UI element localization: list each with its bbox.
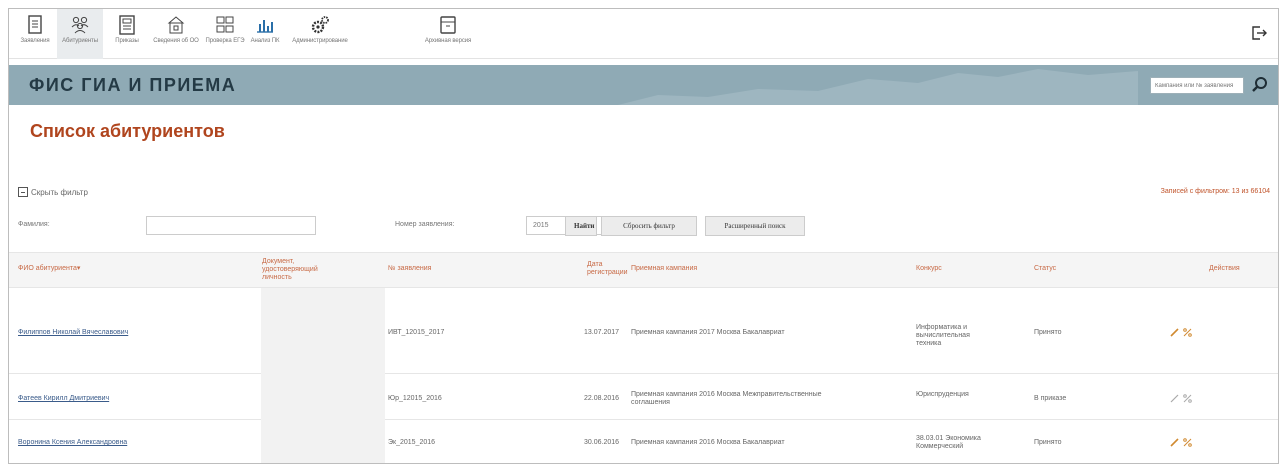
row-shade [261,420,385,463]
toolbar-item-institution-info[interactable]: Сведения об ОО [151,9,201,59]
column-header-actions: Действия [1209,265,1240,272]
surname-input[interactable] [146,216,316,235]
people-icon [71,16,89,34]
column-header-document: Документ, удостоверяющий личность [262,258,318,281]
hide-filter-label: Скрыть фильтр [31,187,88,197]
percent-icon[interactable] [1183,438,1192,447]
edit-pencil-icon[interactable] [1170,438,1179,447]
toolbar-item-label: Приказы [115,38,139,44]
order-icon [119,15,135,35]
archive-icon [440,16,456,34]
reset-filter-button[interactable]: Сбросить фильтр [601,216,697,236]
toolbar-item-label: Архивная версия [424,38,472,44]
document-icon [28,15,42,34]
column-header-fio[interactable]: ФИО абитуриента▾ [18,265,80,273]
campaign-search-input[interactable] [1150,77,1244,94]
app-window: Заявления Абитуриенты Приказы Сведения о… [8,8,1279,464]
table-row: Филиппов Николай Вячеславович ИВТ_12015_… [9,288,1278,374]
campaign-cell: Приемная кампания 2016 Москва Бакалавриа… [631,439,785,446]
top-toolbar: Заявления Абитуриенты Приказы Сведения о… [9,9,1278,59]
application-number-label: Номер заявления: [395,221,455,228]
campaign-cell: Приемная кампания 2017 Москва Бакалавриа… [631,329,785,336]
hide-filter-toggle[interactable]: Скрыть фильтр [18,187,88,197]
table-row: Воронина Ксения Александровна Эк_2015_20… [9,420,1278,463]
toolbar-item-analysis[interactable]: Анализ ПК [249,9,281,59]
advanced-search-button[interactable]: Расширенный поиск [705,216,805,236]
find-button[interactable]: Найти [565,216,597,236]
application-number-cell: Эк_2015_2016 [388,439,436,446]
gears-icon [311,16,329,34]
toolbar-item-archive[interactable]: Архивная версия [423,9,473,59]
applicant-name-link[interactable]: Воронина Ксения Александровна [18,439,127,447]
header-banner: ФИС ГИА И ПРИЕМА [9,65,1278,105]
grid-icon [216,16,234,33]
competition-cell: 38.03.01 Экономика Коммерческий [916,435,981,450]
column-header-application-number: № заявления [388,265,432,272]
applicant-name-link[interactable]: Филиппов Николай Вячеславович [18,329,128,337]
table-row: Фатеев Кирилл Дмитриевич Юр_12015_2016 2… [9,374,1278,420]
competition-cell: Информатика и вычислительная техника [916,324,970,347]
toolbar-item-administration[interactable]: Администрирование [287,9,353,59]
registration-date-cell: 30.06.2016 [584,439,620,446]
toolbar-item-applicants[interactable]: Абитуриенты [57,9,103,59]
search-icon[interactable] [1250,75,1270,95]
percent-icon[interactable] [1183,328,1192,337]
edit-pencil-icon[interactable] [1170,328,1179,337]
row-shade [261,374,385,420]
competition-cell: Юриспруденция [916,391,969,398]
campaign-cell: Приемная кампания 2016 Москва Межправите… [631,391,822,406]
column-header-status: Статус [1034,265,1057,272]
status-cell: Принято [1034,439,1062,446]
status-cell: В приказе [1034,395,1067,402]
column-header-campaign: Приемная кампания [631,265,698,272]
collapse-icon [18,187,28,197]
toolbar-item-label: Проверка ЕГЭ [205,38,245,44]
toolbar-item-orders[interactable]: Приказы [109,9,145,59]
map-silhouette-icon [618,69,1138,105]
toolbar-item-ege-check[interactable]: Проверка ЕГЭ [205,9,245,59]
registration-date-cell: 22.08.2016 [584,395,620,402]
toolbar-item-label: Администрирование [292,38,348,44]
toolbar-item-applications[interactable]: Заявления [17,9,53,59]
toolbar-item-label: Заявления [20,38,50,44]
column-header-competition: Конкурс [916,265,942,272]
app-title: ФИС ГИА И ПРИЕМА [29,75,237,95]
records-count: Записей с фильтром: 13 из 66104 [1160,188,1270,195]
row-shade [261,288,385,374]
surname-label: Фамилия: [18,221,50,228]
bar-chart-icon [257,20,273,33]
toolbar-item-label: Сведения об ОО [153,38,199,44]
toolbar-item-label: Абитуриенты [62,38,98,44]
applicant-name-link[interactable]: Фатеев Кирилл Дмитриевич [18,395,109,403]
percent-icon[interactable] [1183,394,1192,403]
registration-date-cell: 13.07.2017 [584,329,620,336]
application-number-cell: ИВТ_12015_2017 [388,329,445,336]
edit-pencil-icon[interactable] [1170,394,1179,403]
application-number-cell: Юр_12015_2016 [388,395,442,402]
building-icon [167,16,185,34]
column-header-registration-date: Дата регистрации [587,261,628,276]
page-title: Список абитуриентов [30,121,225,141]
logout-icon[interactable] [1250,24,1268,42]
toolbar-item-label: Анализ ПК [250,38,280,44]
status-cell: Принято [1034,329,1062,336]
table-header: ФИО абитуриента▾ Документ, удостоверяющи… [9,252,1278,288]
